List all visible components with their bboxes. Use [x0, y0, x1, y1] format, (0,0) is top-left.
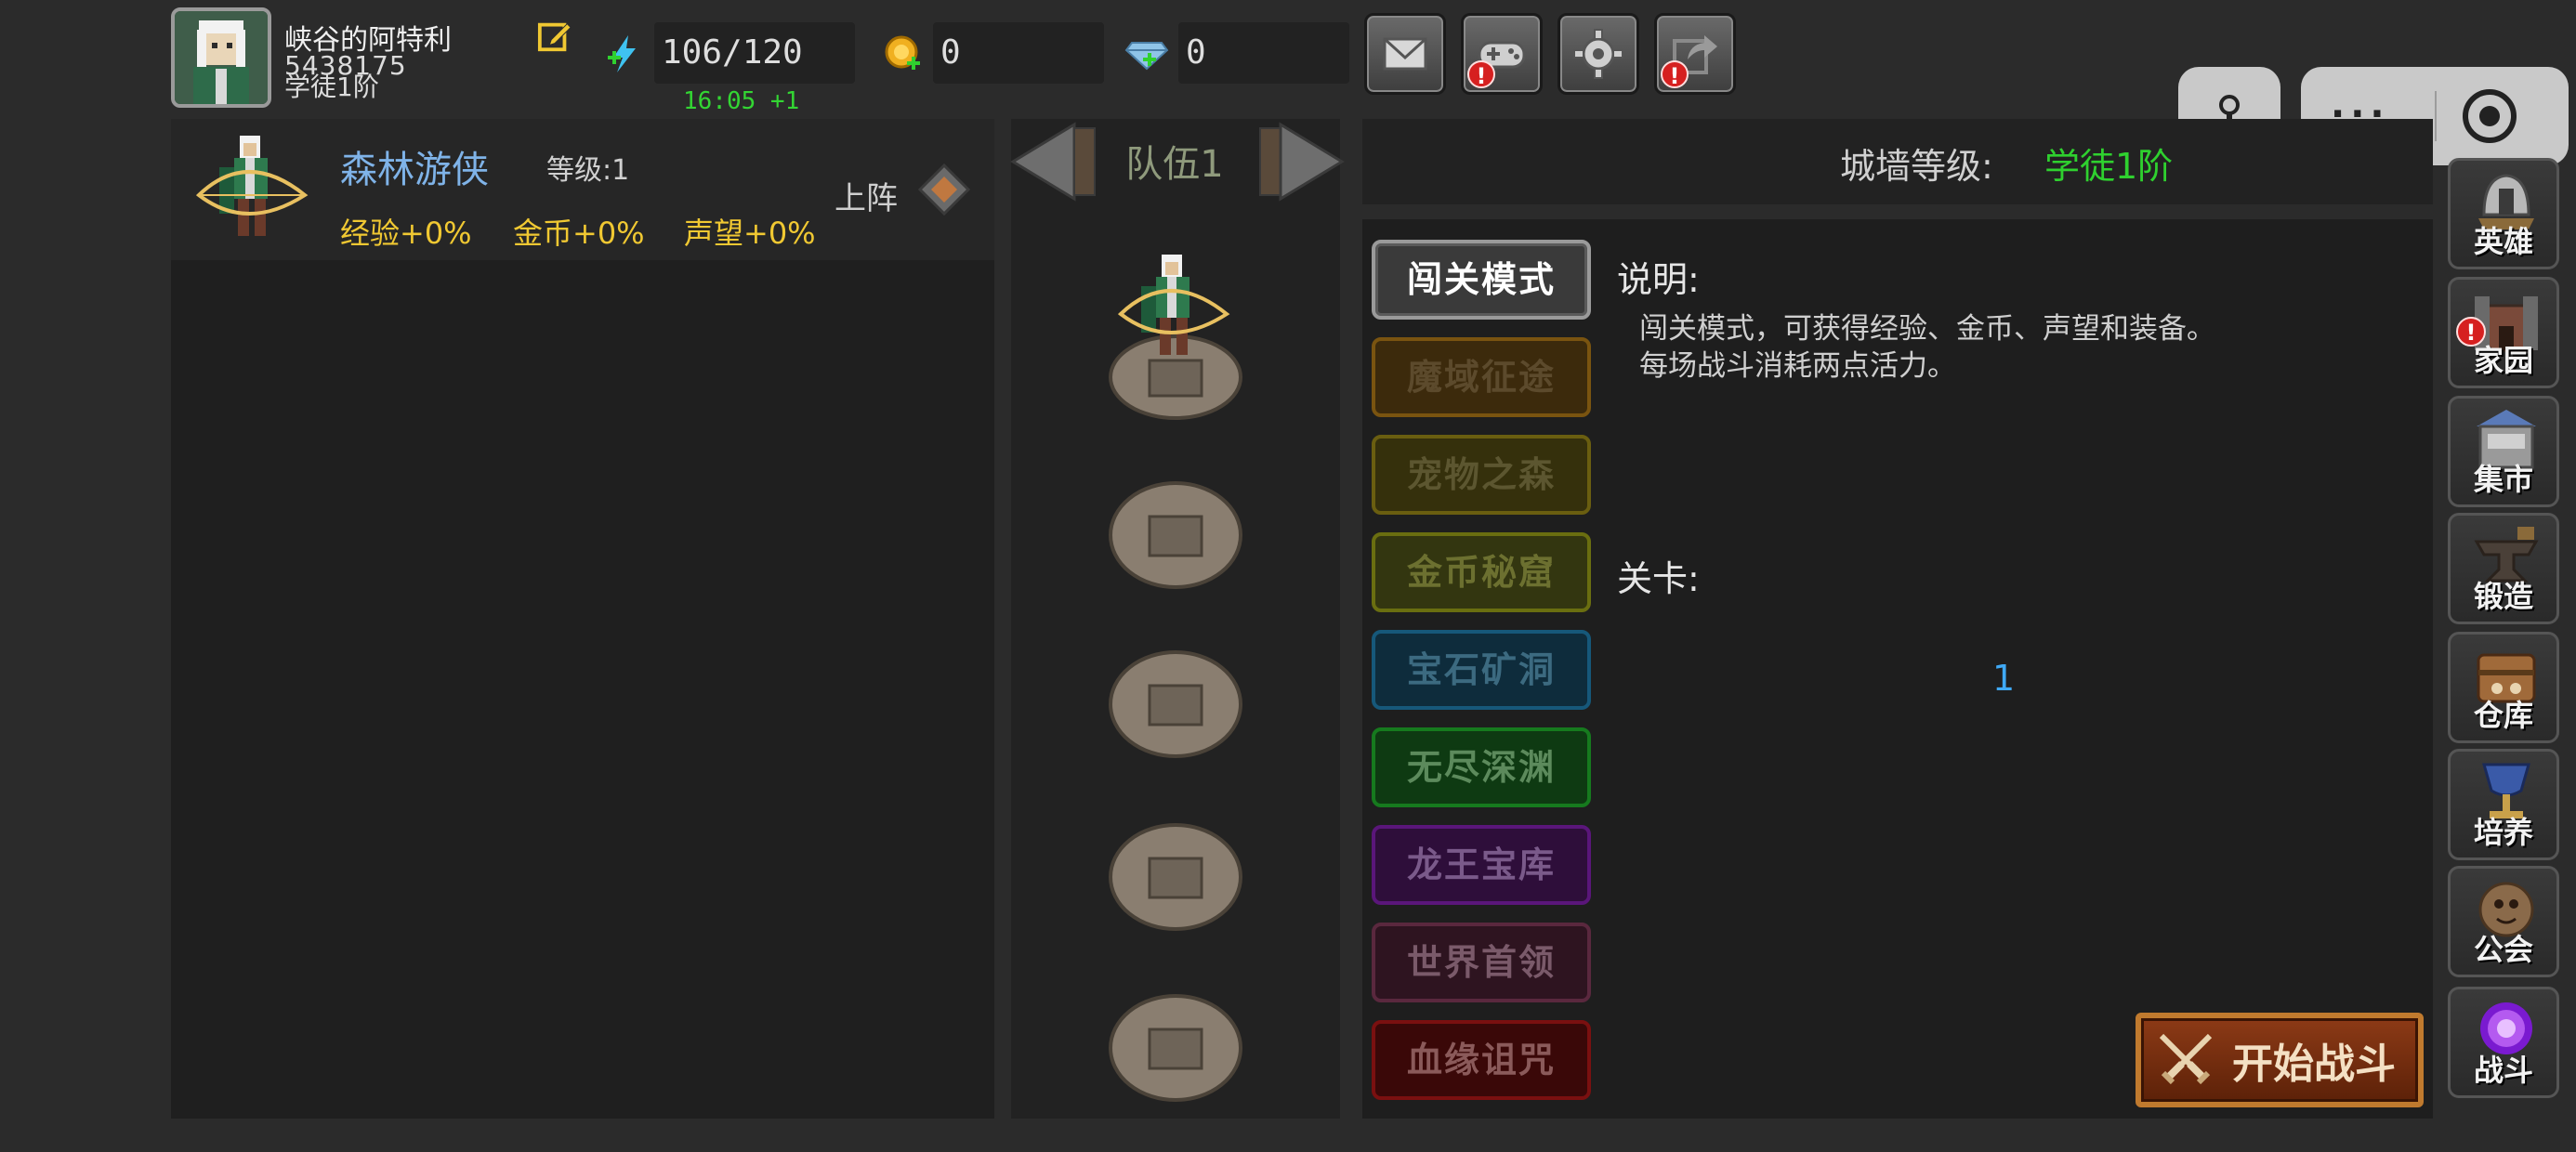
- team-next-arrow[interactable]: [1256, 121, 1346, 203]
- mode-blood-curse-button[interactable]: 血缘诅咒: [1372, 1020, 1591, 1100]
- sidebar-item-home[interactable]: ! 家园: [2448, 277, 2559, 388]
- start-battle-button[interactable]: 开始战斗: [2136, 1013, 2424, 1107]
- close-target-icon[interactable]: [2463, 89, 2517, 143]
- deploy-diamond-button[interactable]: [917, 163, 971, 216]
- gold-coin-icon: [883, 33, 922, 72]
- hero-list-panel: [171, 119, 994, 1119]
- share-alert-badge: !: [1661, 60, 1689, 89]
- sidebar-label-cultivate: 培养: [2473, 815, 2533, 850]
- sidebar-item-cultivate[interactable]: 培养: [2448, 749, 2559, 860]
- hero-gold-bonus: 金币+0%: [513, 216, 645, 251]
- team-slot-2[interactable]: [1106, 472, 1245, 598]
- sidebar-item-forge[interactable]: 锻造: [2448, 513, 2559, 624]
- stage-option[interactable]: 1: [1992, 658, 2015, 699]
- capsule-divider: [2435, 91, 2437, 141]
- mode-dragon-vault-button[interactable]: 龙王宝库: [1372, 825, 1591, 905]
- description-line-2: 每场战斗消耗两点活力。: [1639, 349, 1956, 383]
- forest-ranger-sprite: [191, 130, 312, 256]
- sidebar-label-warehouse: 仓库: [2473, 698, 2533, 733]
- start-battle-label: 开始战斗: [2232, 1041, 2396, 1088]
- team-slot-4[interactable]: [1106, 814, 1245, 940]
- gamepad-button[interactable]: !: [1461, 13, 1543, 95]
- left-arrow-icon: [1010, 122, 1096, 202]
- mode-endless-abyss-button[interactable]: 无尽深渊: [1372, 727, 1591, 807]
- right-arrow-icon: [1259, 122, 1345, 202]
- description-line-1: 闯关模式，可获得经验、金币、声望和装备。: [1639, 312, 2215, 346]
- diamond-icon: [917, 163, 971, 216]
- sidebar-label-battle: 战斗: [2473, 1053, 2533, 1088]
- mode-gold-cave-button[interactable]: 金币秘窟: [1372, 532, 1591, 612]
- mode-pet-forest-button[interactable]: 宠物之森: [1372, 435, 1591, 515]
- sidebar-label-guild: 公会: [2473, 932, 2533, 967]
- edit-name-icon[interactable]: [537, 19, 572, 54]
- energy-icon: [606, 33, 643, 74]
- mode-adventure-button[interactable]: 闯关模式: [1372, 240, 1591, 320]
- gamepad-alert-badge: !: [1467, 60, 1495, 89]
- mode-world-boss-button[interactable]: 世界首领: [1372, 923, 1591, 1002]
- sidebar-label-home: 家园: [2473, 343, 2533, 378]
- sidebar-item-guild[interactable]: 公会: [2448, 866, 2559, 977]
- hero-fame-bonus: 声望+0%: [684, 216, 816, 251]
- mail-button[interactable]: [1364, 13, 1446, 95]
- sidebar-label-forge: 锻造: [2473, 579, 2533, 614]
- settings-icon: [1573, 29, 1623, 79]
- sidebar-item-warehouse[interactable]: 仓库: [2448, 632, 2559, 743]
- team-label: 队伍1: [1125, 143, 1224, 186]
- energy-timer: 16:05 +1: [683, 87, 800, 115]
- player-rank: 学徒1阶: [284, 72, 379, 102]
- description-title: 说明:: [1617, 259, 1700, 300]
- mode-gem-mine-button[interactable]: 宝石矿洞: [1372, 630, 1591, 710]
- stage-title: 关卡:: [1617, 558, 1700, 599]
- sidebar-label-market: 集市: [2473, 462, 2533, 497]
- deploy-label: 上阵: [835, 180, 898, 217]
- gold-value: 0: [933, 22, 1104, 84]
- team-slot-3[interactable]: [1106, 641, 1245, 767]
- team-slot-1-hero-sprite: [1113, 249, 1234, 375]
- settings-button[interactable]: [1557, 13, 1639, 95]
- hero-name: 森林游侠: [340, 149, 489, 191]
- description-text: 闯关模式，可获得经验、金币、声望和装备。 每场战斗消耗两点活力。: [1639, 310, 2215, 385]
- wall-level-label: 城墙等级:: [1840, 146, 1993, 187]
- wall-level-value: 学徒1阶: [2044, 146, 2174, 187]
- gem-value: 0: [1178, 22, 1349, 84]
- team-slot-5[interactable]: [1106, 985, 1245, 1111]
- mail-icon: [1383, 37, 1427, 71]
- sidebar-item-market[interactable]: 集市: [2448, 396, 2559, 507]
- sidebar-item-hero[interactable]: 英雄: [2448, 158, 2559, 269]
- player-avatar[interactable]: [171, 7, 271, 108]
- mode-demon-realm-button[interactable]: 魔域征途: [1372, 337, 1591, 417]
- hero-exp-bonus: 经验+0%: [340, 216, 472, 251]
- hero-level: 等级:1: [546, 154, 630, 187]
- energy-value: 106/120: [654, 22, 855, 84]
- sidebar-label-hero: 英雄: [2473, 224, 2533, 259]
- gem-icon: [1124, 33, 1169, 72]
- sidebar-item-battle[interactable]: 战斗: [2448, 987, 2559, 1098]
- team-prev-arrow[interactable]: [1009, 121, 1098, 203]
- crossed-swords-icon: [2159, 1033, 2213, 1085]
- share-button[interactable]: !: [1654, 13, 1736, 95]
